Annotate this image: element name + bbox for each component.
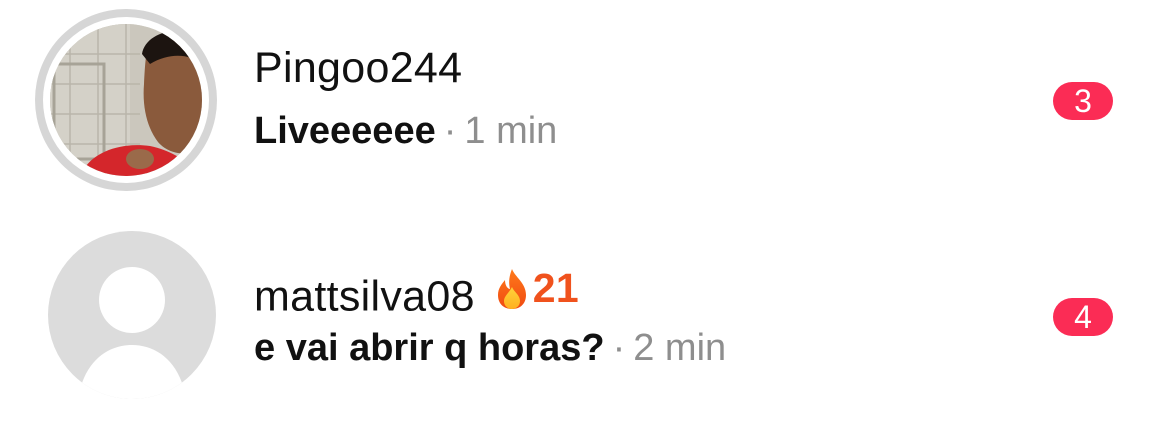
conversation-row[interactable]: Pingoo244 Liveeeeee · 1 min 3	[0, 0, 1170, 200]
unread-badge: 4	[1053, 298, 1113, 336]
separator-dot: ·	[612, 327, 626, 369]
last-message: Liveeeeee	[254, 110, 436, 152]
avatar[interactable]	[48, 231, 216, 399]
message-preview: e vai abrir q horas? · 2 min	[254, 327, 726, 370]
username-text: mattsilva08	[254, 272, 475, 321]
avatar-ring-gap	[43, 17, 209, 183]
message-preview: Liveeeeee · 1 min	[254, 110, 557, 153]
streak: 21	[493, 265, 579, 312]
username[interactable]: Pingoo244	[254, 44, 462, 93]
unread-badge: 3	[1053, 82, 1113, 120]
separator-dot: ·	[443, 110, 457, 152]
timestamp: 1 min	[464, 110, 558, 152]
last-message: e vai abrir q horas?	[254, 327, 605, 369]
default-avatar-icon	[78, 267, 186, 399]
username[interactable]: mattsilva08 21	[254, 265, 579, 322]
profile-photo-image	[50, 24, 202, 176]
profile-photo	[50, 24, 202, 176]
conversation-row[interactable]: mattsilva08 21 e vai abrir q horas? · 2 mi…	[0, 215, 1170, 415]
streak-count: 21	[532, 265, 579, 311]
timestamp: 2 min	[633, 327, 727, 369]
avatar[interactable]	[35, 9, 217, 191]
fire-icon	[497, 268, 526, 309]
